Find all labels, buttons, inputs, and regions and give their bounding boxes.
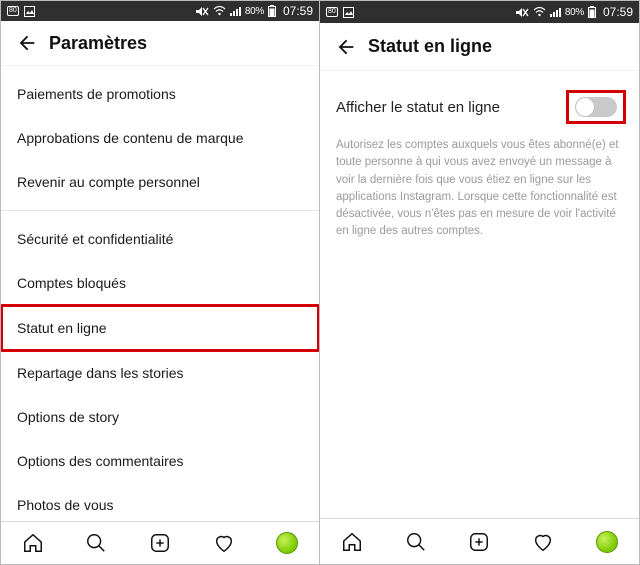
nav-home[interactable]	[332, 522, 372, 562]
nav-activity[interactable]	[204, 523, 244, 563]
gallery-icon	[343, 7, 354, 18]
bottom-nav	[1, 521, 319, 564]
settings-list[interactable]: Paiements de promotions Approbations de …	[1, 66, 319, 521]
page-title: Statut en ligne	[368, 36, 492, 57]
nav-activity[interactable]	[523, 522, 563, 562]
row-statut-en-ligne[interactable]: Statut en ligne	[1, 305, 319, 351]
mute-icon	[516, 7, 529, 18]
bottom-nav	[320, 518, 639, 564]
wifi-icon	[213, 6, 226, 16]
row-photos-de-vous[interactable]: Photos de vous	[1, 483, 319, 521]
battery-badge-icon: 80	[326, 7, 338, 17]
nav-home[interactable]	[13, 523, 53, 563]
toggle-highlight	[569, 93, 623, 121]
nav-new-post[interactable]	[140, 523, 180, 563]
signal-icon	[230, 6, 241, 16]
battery-percent: 80%	[245, 6, 264, 17]
row-paiements-promotions[interactable]: Paiements de promotions	[1, 66, 319, 116]
row-options-commentaires[interactable]: Options des commentaires	[1, 439, 319, 483]
mute-icon	[196, 6, 209, 17]
wifi-icon	[533, 7, 546, 17]
toggle-label: Afficher le statut en ligne	[336, 99, 569, 116]
phone-left: 80 80% 07:59 Paramètres Paiements de pro…	[0, 0, 320, 565]
row-securite[interactable]: Sécurité et confidentialité	[1, 210, 319, 261]
page-title: Paramètres	[49, 33, 147, 54]
status-bar: 80 80% 07:59	[320, 1, 639, 23]
toggle-row: Afficher le statut en ligne	[320, 71, 639, 131]
clock: 07:59	[283, 4, 313, 18]
nav-search[interactable]	[76, 523, 116, 563]
phone-right: 80 80% 07:59 Statut en ligne Afficher le…	[320, 0, 640, 565]
nav-profile[interactable]	[587, 522, 627, 562]
status-bar: 80 80% 07:59	[1, 1, 319, 21]
globe-icon	[596, 531, 618, 553]
header: Statut en ligne	[320, 23, 639, 71]
back-button[interactable]	[328, 29, 364, 65]
toggle-knob	[576, 98, 594, 116]
battery-icon	[268, 5, 276, 17]
row-options-story[interactable]: Options de story	[1, 395, 319, 439]
row-approbations-contenu[interactable]: Approbations de contenu de marque	[1, 116, 319, 160]
header: Paramètres	[1, 21, 319, 66]
nav-new-post[interactable]	[459, 522, 499, 562]
battery-icon	[588, 6, 596, 18]
gallery-icon	[24, 6, 35, 17]
nav-search[interactable]	[396, 522, 436, 562]
nav-profile[interactable]	[267, 523, 307, 563]
signal-icon	[550, 7, 561, 17]
toggle-description: Autorisez les comptes auxquels vous êtes…	[320, 131, 639, 241]
globe-icon	[276, 532, 298, 554]
online-status-toggle[interactable]	[575, 97, 617, 117]
row-repartage-stories[interactable]: Repartage dans les stories	[1, 351, 319, 395]
battery-percent: 80%	[565, 7, 584, 18]
battery-badge-icon: 80	[7, 6, 19, 16]
row-comptes-bloques[interactable]: Comptes bloqués	[1, 261, 319, 305]
row-revenir-compte[interactable]: Revenir au compte personnel	[1, 160, 319, 204]
clock: 07:59	[603, 5, 633, 19]
online-status-pane: Afficher le statut en ligne Autorisez le…	[320, 71, 639, 518]
back-button[interactable]	[9, 25, 45, 61]
